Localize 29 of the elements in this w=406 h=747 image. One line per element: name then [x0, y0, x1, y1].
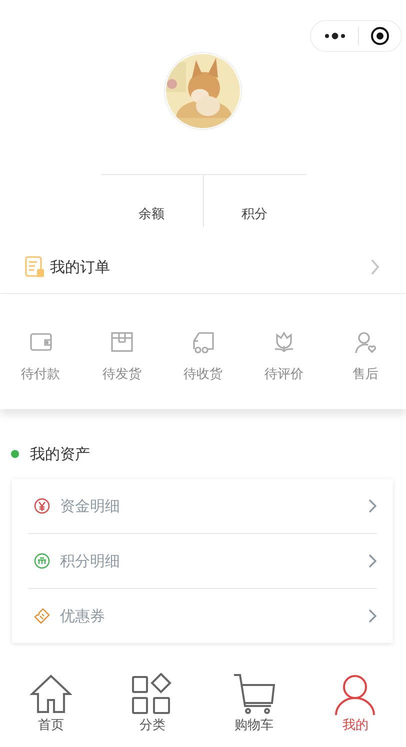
cart-icon [232, 673, 275, 715]
tab-item[interactable]: 购物车 [203, 670, 304, 747]
section-title: 我的订单 [50, 258, 110, 276]
more-icon[interactable] [322, 31, 346, 41]
stat-label: 积分 [242, 206, 268, 223]
close-icon[interactable] [370, 26, 390, 46]
chevron-icon [368, 553, 377, 569]
stat-label: 余额 [138, 206, 164, 223]
order-status-item[interactable]: 待评价 [244, 320, 325, 382]
order-status-item[interactable]: 待收货 [162, 320, 244, 382]
chevron-icon [368, 608, 377, 624]
asset-row[interactable]: 资金明细 [28, 479, 377, 534]
order-status-item[interactable]: 待发货 [81, 320, 162, 382]
tab-item[interactable]: 首页 [0, 670, 102, 747]
grid-icon [131, 673, 174, 715]
chevron-icon [370, 258, 380, 276]
tab-item[interactable]: 分类 [102, 670, 203, 747]
order-status-item[interactable]: 待付款 [0, 320, 82, 382]
chevron-icon [368, 498, 377, 514]
orders-row[interactable]: 我的订单 [0, 241, 406, 294]
section-title: 我的资产 [30, 444, 90, 464]
house-icon [30, 673, 72, 715]
asset-row[interactable]: 积分明细 [28, 534, 377, 589]
tab-item[interactable]: 我的 [304, 670, 406, 747]
person-icon [334, 673, 376, 715]
order-status-item[interactable]: 售后 [324, 320, 406, 382]
asset-row[interactable]: 优惠券 [28, 589, 377, 643]
list-icon [25, 256, 45, 278]
status-dot [11, 450, 19, 458]
